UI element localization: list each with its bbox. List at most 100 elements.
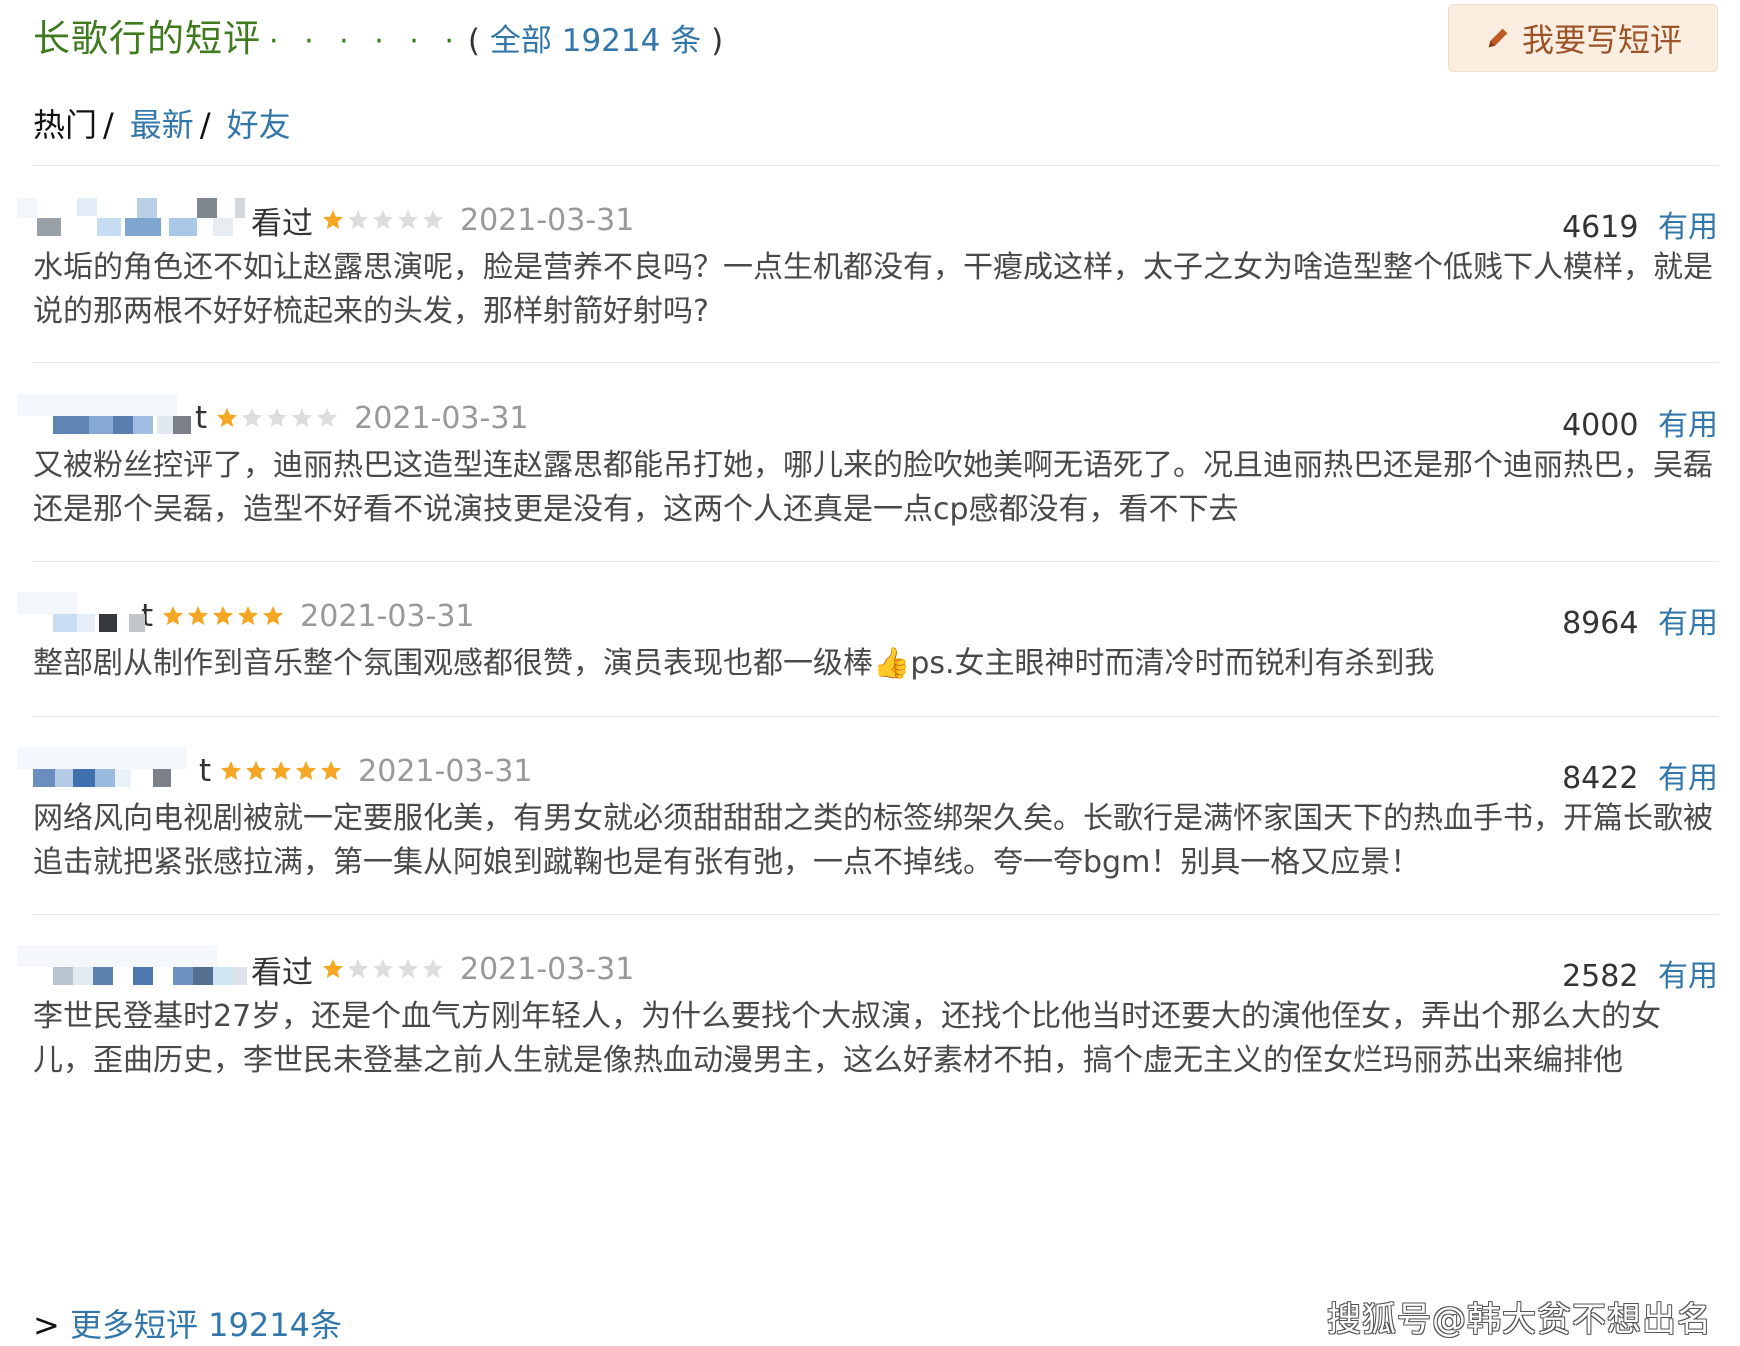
star-icon (267, 408, 288, 427)
vote-number: 8422 (1562, 761, 1639, 796)
star-icon (163, 606, 184, 625)
review-text: 网络风向电视剧被就一定要服化美，有男女就必须甜甜甜之类的标签绑架久矣。长歌行是满… (33, 801, 1713, 880)
useful-button[interactable]: 有用 (1658, 408, 1718, 443)
useful-button[interactable]: 有用 (1658, 606, 1718, 641)
vote-number: 4000 (1562, 408, 1639, 443)
star-icon (317, 408, 338, 427)
sort-tabs: 热门 / 最新 / 好友 (33, 100, 291, 146)
star-icon (263, 606, 284, 625)
write-review-label: 我要写短评 (1521, 21, 1682, 59)
star-icon (323, 210, 343, 229)
all-comments-link[interactable]: 全部 19214 条 (490, 23, 701, 59)
star-rating (219, 759, 344, 783)
review-text: 水垢的角色还不如让赵露思演呢，脸是营养不良吗？一点生机都没有，干瘪成这样，太子之… (33, 250, 1713, 329)
tab-separator: / (103, 106, 114, 144)
tab-latest[interactable]: 最新 (130, 100, 194, 146)
more-arrow: > (33, 1306, 60, 1344)
tab-friends[interactable]: 好友 (227, 100, 291, 146)
write-review-button[interactable]: 我要写短评 (1448, 4, 1718, 72)
review-meta: t 2021-03-31 8422 有用 (17, 747, 1718, 797)
review-text: 李世民登基时27岁，还是个血气方刚年轻人，为什么要找个大叔演，还找个比他当时还要… (33, 999, 1662, 1078)
review-meta: 看过 2021-03-31 2582 有用 (17, 945, 1718, 995)
blurred-username[interactable] (17, 747, 197, 795)
paren-open: ( (467, 23, 481, 59)
review-item: t 2021-03-31 4000 有用 又被粉丝控评了，迪丽热巴这造型连赵露思… (17, 394, 1718, 532)
review-meta: t 2021-03-31 8964 有用 (17, 592, 1718, 642)
divider (33, 716, 1718, 717)
star-icon (348, 959, 368, 978)
star-icon (398, 210, 418, 229)
review-text: 整部剧从制作到音乐整个氛围观感都很赞，演员表现也都一级棒👍ps.女主眼神时而清冷… (33, 646, 1435, 681)
total-count: ( 全部 19214 条 ) (468, 15, 723, 60)
comments-page: 长歌行的短评 · · · · · · ( 全部 19214 条 ) 我要写短评 … (0, 0, 1740, 1346)
review-date: 2021-03-31 (358, 753, 533, 789)
vote-count: 4619 有用 (1562, 202, 1718, 246)
watched-status: 看过 (251, 954, 313, 991)
review-item: 看过 2021-03-31 4619 有用 水垢的角色还不如让赵露思演呢，脸是营… (17, 196, 1718, 334)
title-dots: · · · · · · (269, 24, 462, 59)
star-icon (217, 408, 238, 427)
watched-status: t (199, 753, 212, 789)
vote-count: 8964 有用 (1562, 598, 1718, 642)
star-icon (323, 959, 343, 978)
star-icon (423, 210, 443, 229)
review-item: t 2021-03-31 8964 有用 整部剧从制作到音乐整个氛围观感都很赞，… (17, 592, 1718, 686)
tab-separator: / (199, 106, 211, 144)
watched-status: t (195, 400, 208, 436)
review-meta: t 2021-03-31 4000 有用 (17, 394, 1718, 444)
star-rating (215, 406, 340, 430)
star-icon (246, 761, 267, 780)
vote-count: 4000 有用 (1562, 400, 1718, 444)
watched-status: 看过 (251, 205, 313, 242)
star-rating (161, 604, 286, 628)
star-icon (213, 606, 234, 625)
star-icon (398, 959, 418, 978)
review-text: 又被粉丝控评了，迪丽热巴这造型连赵露思都能吊打她，哪儿来的脸吹她美啊无语死了。况… (33, 448, 1713, 527)
useful-button[interactable]: 有用 (1658, 210, 1718, 245)
review-date: 2021-03-31 (460, 951, 635, 987)
star-icon (221, 761, 242, 780)
vote-number: 2582 (1562, 959, 1639, 994)
comments-header: 长歌行的短评 · · · · · · ( 全部 19214 条 ) (33, 8, 723, 64)
vote-number: 8964 (1562, 606, 1639, 641)
blurred-username[interactable] (17, 945, 249, 993)
vote-count: 8422 有用 (1562, 753, 1718, 797)
pencil-icon (1484, 24, 1512, 52)
star-icon (423, 959, 443, 978)
useful-button[interactable]: 有用 (1658, 761, 1718, 796)
star-icon (373, 210, 393, 229)
star-icon (292, 408, 313, 427)
paren-close: ) (711, 23, 724, 59)
blurred-username[interactable] (17, 592, 145, 640)
review-date: 2021-03-31 (354, 400, 529, 436)
more-comments-link[interactable]: 更多短评 19214条 (70, 1306, 342, 1344)
blurred-username[interactable] (17, 394, 193, 442)
review-item: 看过 2021-03-31 2582 有用 李世民登基时27岁，还是个血气方刚年… (17, 945, 1718, 1083)
star-icon (296, 761, 317, 780)
star-icon (321, 761, 342, 780)
star-icon (271, 761, 292, 780)
star-rating (321, 208, 446, 232)
divider (33, 561, 1718, 562)
review-date: 2021-03-31 (460, 202, 635, 238)
star-icon (373, 959, 393, 978)
vote-number: 4619 (1562, 210, 1639, 245)
useful-button[interactable]: 有用 (1658, 959, 1718, 994)
divider (33, 165, 1718, 166)
watermark: 搜狐号@韩大贫不想出名 (1327, 1300, 1712, 1340)
star-icon (238, 606, 259, 625)
page-title: 长歌行的短评 (33, 17, 261, 60)
star-rating (321, 957, 446, 981)
vote-count: 2582 有用 (1562, 951, 1718, 995)
tab-hot[interactable]: 热门 (33, 100, 97, 146)
star-icon (348, 210, 368, 229)
star-icon (242, 408, 263, 427)
divider (33, 914, 1718, 915)
blurred-username[interactable] (17, 196, 249, 244)
more-comments: > 更多短评 19214条 (33, 1300, 342, 1346)
review-item: t 2021-03-31 8422 有用 网络风向电视剧被就一定要服化美，有男女… (17, 747, 1718, 885)
review-meta: 看过 2021-03-31 4619 有用 (17, 196, 1718, 246)
star-icon (188, 606, 209, 625)
divider (33, 362, 1718, 363)
review-date: 2021-03-31 (300, 598, 475, 634)
